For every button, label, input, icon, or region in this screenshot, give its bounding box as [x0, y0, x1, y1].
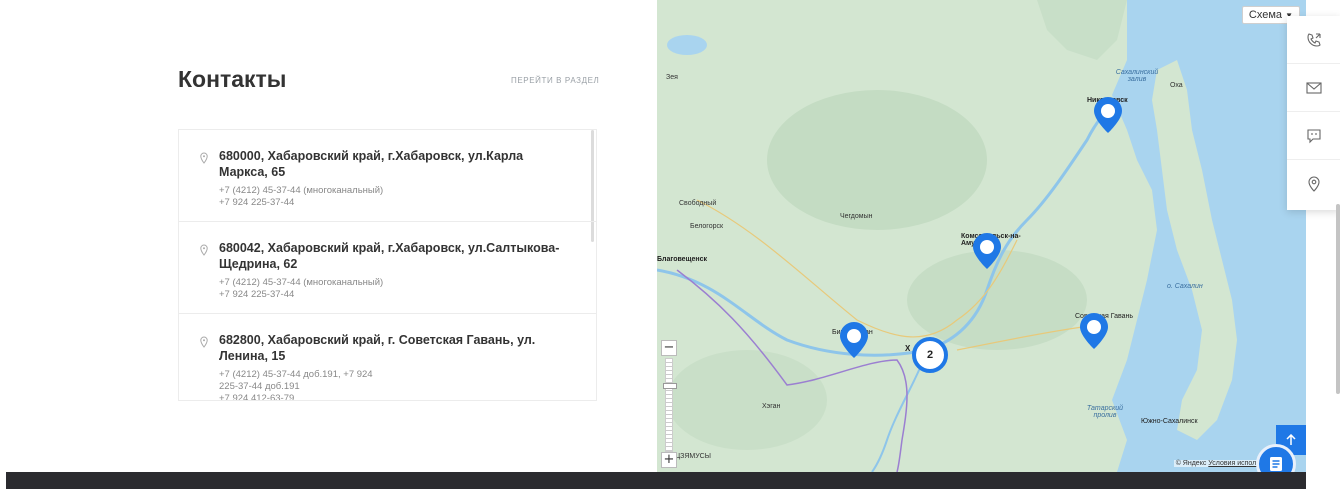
contacts-list[interactable]: 680000, Хабаровский край, г.Хабаровск, у… [178, 129, 597, 401]
location-icon [1307, 176, 1320, 192]
email-button[interactable] [1287, 64, 1340, 112]
map-marker[interactable] [1093, 96, 1123, 134]
map-label: о. Сахалин [1167, 283, 1203, 290]
chat-button[interactable] [1287, 112, 1340, 160]
contact-phone[interactable]: +7 924 412-63-79 [219, 393, 391, 400]
goto-section-link[interactable]: ПЕРЕЙТИ В РАЗДЕЛ [511, 76, 599, 85]
map-label: Татарский пролив [1086, 405, 1124, 419]
phone-callback-icon [1306, 32, 1321, 47]
map-label: Х [905, 344, 911, 353]
map-label: Оха [1170, 82, 1183, 89]
contact-phone[interactable]: +7 (4212) 45-37-44 доб.191, +7 924 225-3… [219, 369, 391, 393]
arrow-up-icon [1286, 434, 1296, 445]
map-marker[interactable] [1079, 312, 1109, 350]
contacts-section: Контакты ПЕРЕЙТИ В РАЗДЕЛ 680000, Хабаро… [0, 0, 657, 472]
footer [6, 472, 1306, 489]
mail-icon [1305, 81, 1322, 94]
side-contact-panel [1287, 16, 1340, 210]
list-item[interactable]: 680000, Хабаровский край, г.Хабаровск, у… [179, 130, 596, 222]
list-item[interactable]: 680042, Хабаровский край, г.Хабаровск, у… [179, 222, 596, 314]
chat-bubble-icon [1306, 128, 1321, 143]
location-pin-icon [200, 244, 208, 256]
map-label: Чегдомын [840, 213, 873, 220]
map-label: Сахалинский залив [1115, 69, 1159, 83]
zoom-in-button[interactable]: + [661, 452, 677, 468]
page-title: Контакты [178, 66, 287, 92]
map-label: ЦЗЯМУСЫ [675, 453, 711, 460]
contact-address: 682800, Хабаровский край, г. Советская Г… [219, 333, 536, 363]
zoom-slider-thumb[interactable] [663, 383, 677, 389]
map-label: Южно-Сахалинск [1141, 418, 1198, 425]
zoom-slider[interactable] [663, 358, 677, 452]
location-pin-icon [200, 336, 208, 348]
contact-phone[interactable]: +7 924 225-37-44 [219, 197, 572, 209]
address-button[interactable] [1287, 160, 1340, 208]
contact-phone[interactable]: +7 (4212) 45-37-44 (многоканальный) [219, 185, 572, 197]
zoom-out-button[interactable]: − [661, 340, 677, 356]
contact-address: 680042, Хабаровский край, г.Хабаровск, у… [219, 241, 560, 271]
map-label: Зея [666, 74, 678, 81]
location-pin-icon [200, 152, 208, 164]
map-label: Белогорск [690, 223, 724, 230]
cluster-count: 2 [926, 349, 934, 361]
map[interactable]: Зея Свободный Белогорск Благовещенск Чег… [657, 0, 1306, 472]
list-item[interactable]: 682800, Хабаровский край, г. Советская Г… [179, 314, 596, 400]
contact-phone[interactable]: +7 (4212) 45-37-44 (многоканальный) [219, 277, 572, 289]
map-cluster[interactable]: 2 [912, 337, 948, 373]
map-label: Свободный [679, 200, 717, 207]
map-label: Благовещенск [657, 256, 707, 263]
zoom-control[interactable]: − + [661, 340, 677, 470]
callback-button[interactable] [1287, 16, 1340, 64]
document-icon [1270, 457, 1282, 471]
page-scrollbar[interactable] [1336, 204, 1340, 394]
map-marker[interactable] [972, 232, 1002, 270]
contact-address: 680000, Хабаровский край, г.Хабаровск, у… [219, 149, 524, 179]
contact-phone[interactable]: +7 924 225-37-44 [219, 289, 572, 301]
map-marker[interactable] [839, 321, 869, 359]
map-label: Хэган [762, 403, 781, 410]
